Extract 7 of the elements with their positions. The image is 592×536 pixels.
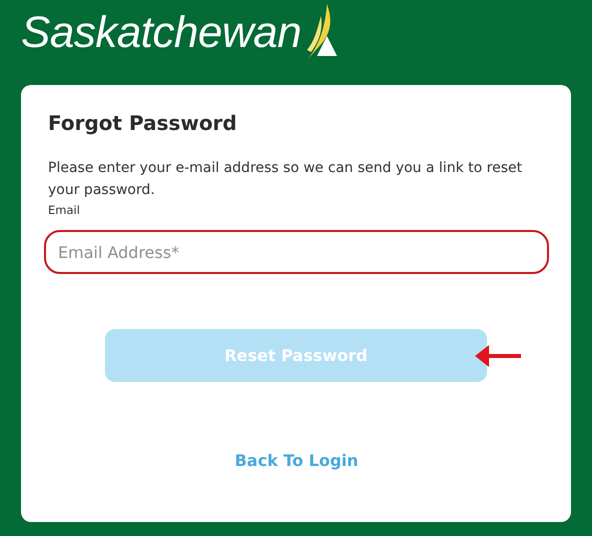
logo-wordmark: Saskatchewan — [21, 8, 302, 58]
form-title: Forgot Password — [48, 111, 238, 135]
email-field[interactable]: Email Address* — [44, 230, 549, 274]
arrow-icon — [475, 344, 521, 368]
instructions-text: Please enter your e-mail address so we can send you a link to reset your password. — [48, 159, 524, 200]
email-label: Email — [48, 203, 81, 217]
back-to-login-link[interactable]: Back To Login — [234, 451, 358, 470]
